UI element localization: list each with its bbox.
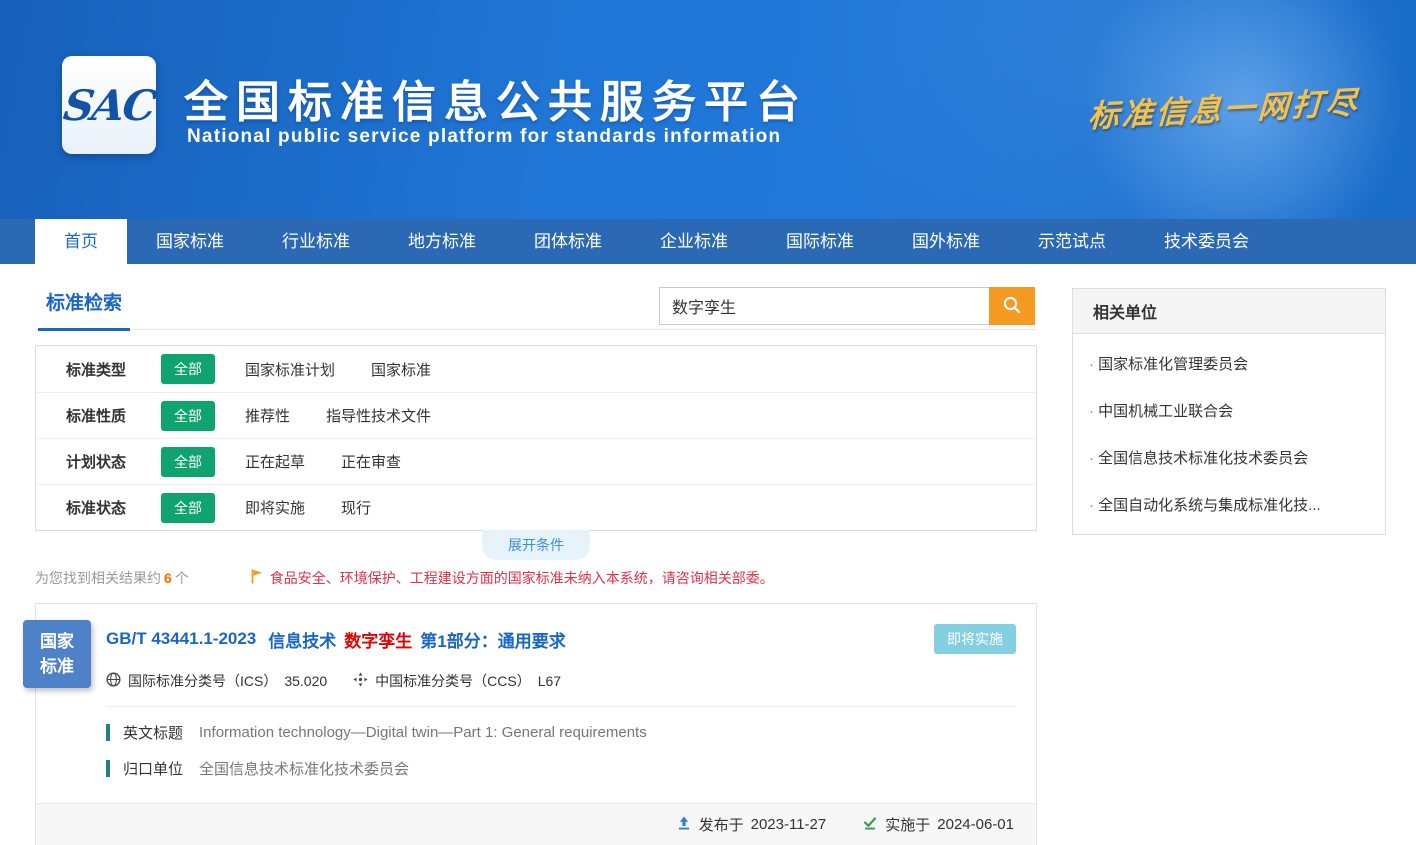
english-title-label: 英文标题 <box>123 722 183 743</box>
search-button[interactable] <box>989 287 1035 325</box>
english-title-value: Information technology—Digital twin—Part… <box>199 724 647 741</box>
ics-meta: 国际标准分类号（ICS） 35.020 <box>106 671 327 691</box>
filter-label: 标准状态 <box>66 497 161 518</box>
dept-label: 归口单位 <box>123 758 183 779</box>
filter-label: 标准性质 <box>66 405 161 426</box>
nav-item-home[interactable]: 首页 <box>35 219 127 264</box>
card-meta-row: 国际标准分类号（ICS） 35.020 中国标准分类号（CCS） L67 <box>106 671 1016 691</box>
filter-option[interactable]: 正在起草 <box>245 451 305 472</box>
related-unit-link[interactable]: 全国自动化系统与集成标准化技... <box>1073 481 1385 528</box>
related-units-title: 相关单位 <box>1073 289 1385 334</box>
ics-value: 35.020 <box>284 673 327 689</box>
dept-row: 归口单位 全国信息技术标准化技术委员会 <box>106 758 1016 779</box>
sac-logo[interactable]: SAC <box>62 56 156 154</box>
related-unit-link[interactable]: 中国机械工业联合会 <box>1073 387 1385 434</box>
related-units-list: 国家标准化管理委员会 中国机械工业联合会 全国信息技术标准化技术委员会 全国自动… <box>1073 334 1385 534</box>
result-info-row: 为您找到相关结果约6个 食品安全、环境保护、工程建设方面的国家标准未纳入本系统，… <box>35 568 1037 588</box>
filter-option[interactable]: 国家标准 <box>371 359 431 380</box>
dept-value: 全国信息技术标准化技术委员会 <box>199 758 409 779</box>
result-count-suffix: 个 <box>175 570 189 586</box>
publish-icon <box>676 815 692 835</box>
search-input[interactable] <box>659 287 989 325</box>
filter-row-plan-status: 计划状态 全部 正在起草 正在审查 <box>36 438 1036 484</box>
filter-all-button[interactable]: 全部 <box>161 401 215 431</box>
header-slogan: 标准信息一网打尽 <box>1087 77 1361 136</box>
system-notice: 食品安全、环境保护、工程建设方面的国家标准未纳入本系统，请咨询相关部委。 <box>251 568 774 588</box>
notice-text: 食品安全、环境保护、工程建设方面的国家标准未纳入本系统，请咨询相关部委。 <box>270 568 774 588</box>
implement-date: 实施于 2024-06-01 <box>862 814 1014 835</box>
nav-item-local-standards[interactable]: 地方标准 <box>379 219 505 264</box>
related-unit-link[interactable]: 国家标准化管理委员会 <box>1073 340 1385 387</box>
status-badge: 即将实施 <box>934 624 1016 654</box>
card-divider <box>106 706 1016 707</box>
publish-date: 发布于 2023-11-27 <box>676 814 827 835</box>
filter-row-standard-nature: 标准性质 全部 推荐性 指导性技术文件 <box>36 392 1036 438</box>
teal-bar <box>106 724 110 741</box>
teal-bar <box>106 760 110 777</box>
nav-item-group-standards[interactable]: 团体标准 <box>505 219 631 264</box>
search-box <box>659 287 1035 325</box>
publish-label: 发布于 <box>699 814 744 835</box>
site-title: 全国标准信息公共服务平台 <box>184 66 808 130</box>
standard-code-link[interactable]: GB/T 43441.1-2023 <box>106 629 256 649</box>
nav-item-enterprise-standards[interactable]: 企业标准 <box>631 219 757 264</box>
filter-label: 计划状态 <box>66 451 161 472</box>
site-header: SAC 全国标准信息公共服务平台 National public service… <box>0 0 1416 219</box>
ccs-meta: 中国标准分类号（CCS） L67 <box>353 671 561 691</box>
result-count-number: 6 <box>164 570 172 586</box>
implement-date-value: 2024-06-01 <box>937 816 1014 833</box>
implement-icon <box>862 815 878 835</box>
filter-row-standard-type: 标准类型 全部 国家标准计划 国家标准 <box>36 346 1036 392</box>
standard-title-part[interactable]: 第1部分：通用要求 <box>420 627 565 652</box>
related-unit-link[interactable]: 全国信息技术标准化技术委员会 <box>1073 434 1385 481</box>
nav-item-national-standards[interactable]: 国家标准 <box>127 219 253 264</box>
search-icon <box>1002 295 1022 318</box>
nav-item-industry-standards[interactable]: 行业标准 <box>253 219 379 264</box>
publish-date-value: 2023-11-27 <box>751 816 827 833</box>
page: SAC 全国标准信息公共服务平台 National public service… <box>0 0 1416 845</box>
filter-option[interactable]: 现行 <box>341 497 371 518</box>
standard-type-badge: 国家标准 <box>23 620 91 688</box>
standard-title-highlight[interactable]: 数字孪生 <box>344 627 412 652</box>
globe-icon <box>106 672 121 690</box>
filter-option[interactable]: 即将实施 <box>245 497 305 518</box>
ccs-value: L67 <box>538 673 561 689</box>
filter-option[interactable]: 推荐性 <box>245 405 290 426</box>
main-column: 标准检索 标准类型 全部 国家标准计划 国家标准 标准性质 全部 推荐性 <box>35 283 1037 845</box>
filter-option[interactable]: 指导性技术文件 <box>326 405 431 426</box>
filter-all-button[interactable]: 全部 <box>161 493 215 523</box>
english-title-row: 英文标题 Information technology—Digital twin… <box>106 722 1016 743</box>
result-count: 为您找到相关结果约6个 <box>35 568 189 588</box>
filter-panel: 标准类型 全部 国家标准计划 国家标准 标准性质 全部 推荐性 指导性技术文件 … <box>35 345 1037 531</box>
implement-label: 实施于 <box>885 814 930 835</box>
standard-result-card: 国家标准 GB/T 43441.1-2023 信息技术 数字孪生 第1部分：通用… <box>35 603 1037 845</box>
nav-item-pilot[interactable]: 示范试点 <box>1009 219 1135 264</box>
section-title-standard-search: 标准检索 <box>38 288 130 331</box>
sac-logo-text: SAC <box>60 81 157 130</box>
filter-row-standard-status: 标准状态 全部 即将实施 现行 <box>36 484 1036 530</box>
nav-item-technical-committee[interactable]: 技术委员会 <box>1135 219 1278 264</box>
filter-all-button[interactable]: 全部 <box>161 354 215 384</box>
ccs-label: 中国标准分类号（CCS） <box>375 671 531 691</box>
card-body: GB/T 43441.1-2023 信息技术 数字孪生 第1部分：通用要求 即将… <box>36 604 1036 787</box>
expand-conditions-button[interactable]: 展开条件 <box>482 530 590 560</box>
filter-option[interactable]: 国家标准计划 <box>245 359 335 380</box>
card-footer: 发布于 2023-11-27 实施于 2024-06-01 <box>36 803 1036 845</box>
compass-icon <box>353 672 368 690</box>
result-count-prefix: 为您找到相关结果约 <box>35 570 161 586</box>
flag-icon <box>251 569 263 587</box>
search-section-header: 标准检索 <box>35 283 1037 330</box>
filter-all-button[interactable]: 全部 <box>161 447 215 477</box>
related-units-panel: 相关单位 国家标准化管理委员会 中国机械工业联合会 全国信息技术标准化技术委员会… <box>1072 288 1386 535</box>
filter-option[interactable]: 正在审查 <box>341 451 401 472</box>
main-nav: 首页 国家标准 行业标准 地方标准 团体标准 企业标准 国际标准 国外标准 示范… <box>0 219 1416 264</box>
nav-item-foreign-standards[interactable]: 国外标准 <box>883 219 1009 264</box>
standard-title-part[interactable]: 信息技术 <box>268 627 336 652</box>
nav-item-international-standards[interactable]: 国际标准 <box>757 219 883 264</box>
site-subtitle: National public service platform for sta… <box>187 126 781 148</box>
card-title-row: GB/T 43441.1-2023 信息技术 数字孪生 第1部分：通用要求 即将… <box>106 624 1016 654</box>
ics-label: 国际标准分类号（ICS） <box>128 671 277 691</box>
filter-label: 标准类型 <box>66 359 161 380</box>
